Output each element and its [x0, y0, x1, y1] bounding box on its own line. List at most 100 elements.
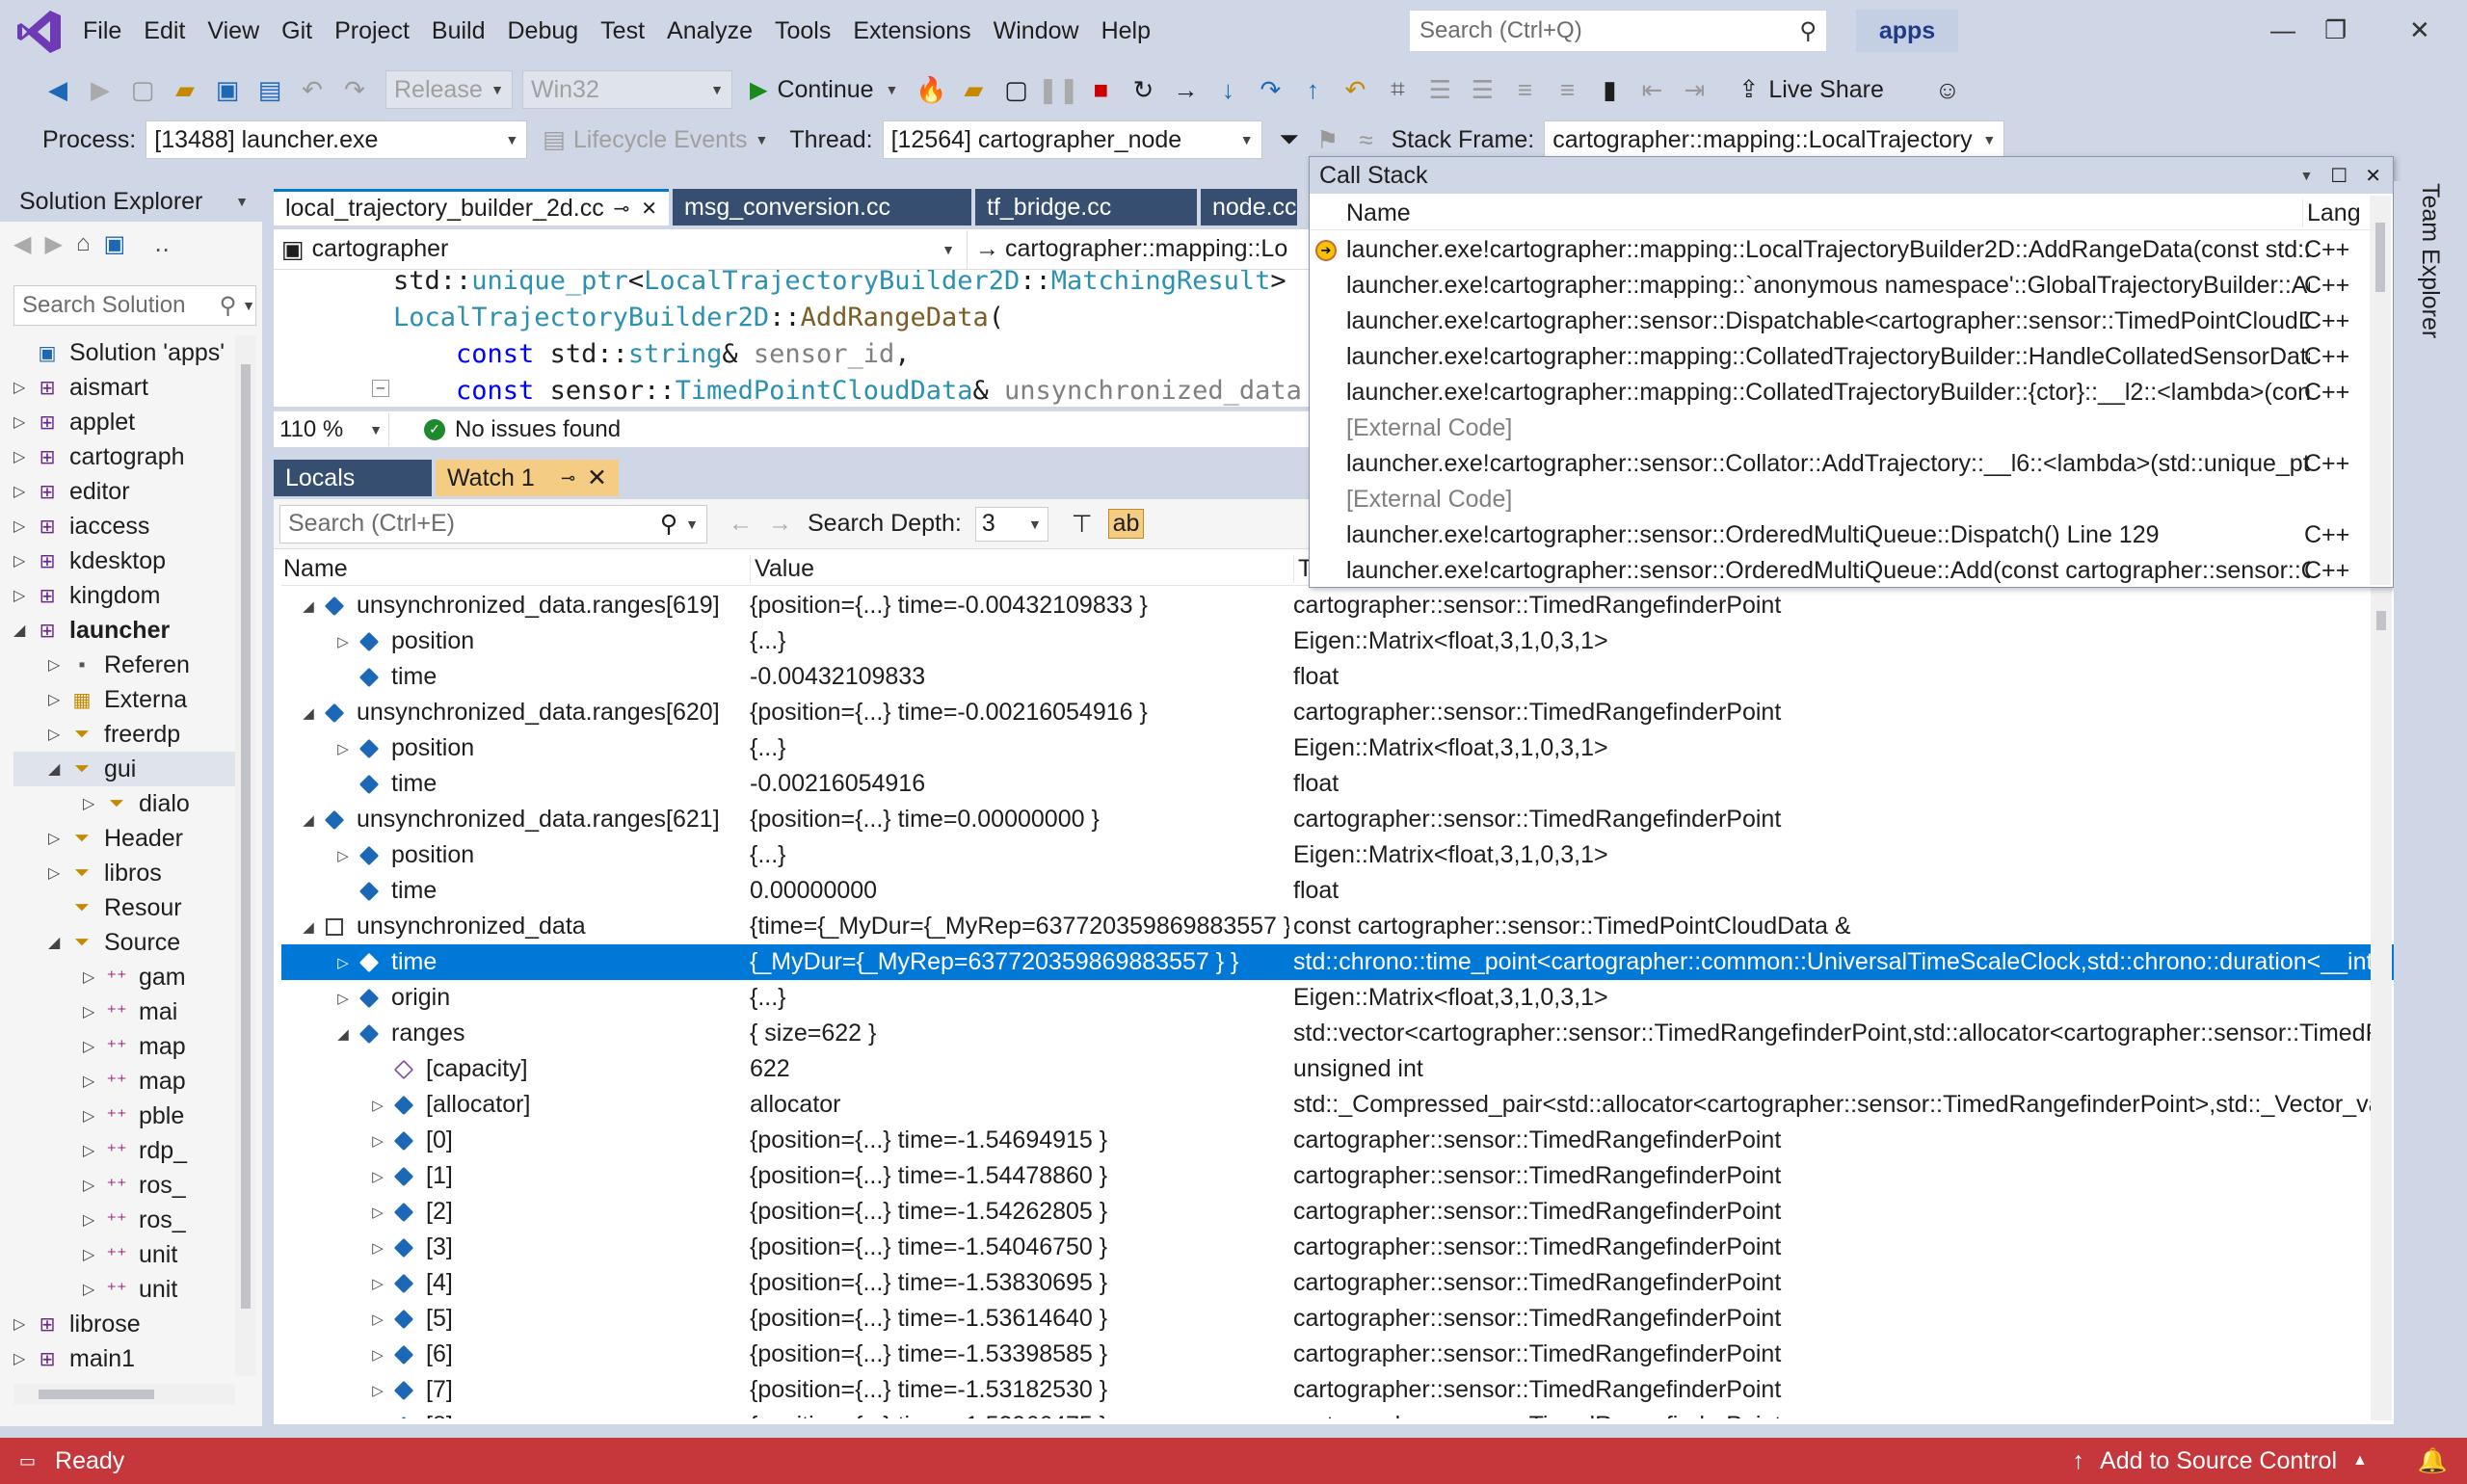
more-icon[interactable]: ‥ [154, 230, 170, 258]
call-stack-frame[interactable]: ➔ launcher.exe!cartographer::mapping::Loc… [1310, 232, 2370, 268]
undo-icon[interactable]: ↶ [293, 70, 332, 109]
watch-value[interactable]: {...} [750, 730, 1289, 766]
thread-dropdown[interactable]: [12564] cartographer_node ▼ [882, 120, 1262, 159]
expand-arrow-icon[interactable]: ▷ [83, 1141, 102, 1160]
align-right-icon[interactable]: ☰ [1463, 70, 1501, 109]
expand-arrow-icon[interactable]: ▷ [48, 690, 67, 709]
menu-window[interactable]: Window [994, 17, 1101, 45]
comment-icon[interactable]: ≡ [1505, 70, 1544, 109]
menu-project[interactable]: Project [334, 17, 432, 45]
tree-item[interactable]: ▷ ⁺⁺ ros_ [13, 1203, 235, 1237]
expand-arrow-icon[interactable]: ▷ [83, 794, 102, 813]
watch-value[interactable]: { size=622 } [750, 1016, 1289, 1051]
tree-item[interactable]: ▷ ⊞ aismart [13, 370, 235, 405]
watch-row[interactable]: ▷ [7] {position={...} time=-1.53182530 } ca… [281, 1372, 2394, 1408]
step-into-icon[interactable]: ↓ [1208, 70, 1247, 109]
expand-arrow-icon[interactable]: ▷ [83, 1176, 102, 1195]
forward-icon[interactable]: ▶ [81, 70, 119, 109]
tree-item[interactable]: ▷ ⁺⁺ unit [13, 1237, 235, 1272]
pause-icon[interactable]: ❚❚ [1038, 70, 1080, 109]
expand-arrow-icon[interactable]: ▷ [366, 1311, 389, 1328]
issues-status[interactable]: No issues found [455, 416, 621, 443]
editor-tab[interactable]: node.cc [1201, 189, 1297, 225]
expand-arrow-icon[interactable]: ◢ [297, 597, 320, 615]
watch-row[interactable]: ▷ [0] {position={...} time=-1.54694915 } ca… [281, 1123, 2394, 1158]
expand-arrow-icon[interactable]: ▷ [366, 1418, 389, 1419]
tree-item[interactable]: ▷ ⁺⁺ mai [13, 994, 235, 1029]
panel-menu-icon[interactable]: ▼ [235, 194, 249, 209]
menu-debug[interactable]: Debug [508, 17, 601, 45]
screenshot-icon[interactable]: ▢ [996, 70, 1035, 109]
platform-dropdown[interactable]: Win32 ▼ [522, 70, 732, 109]
menu-analyze[interactable]: Analyze [667, 17, 775, 45]
call-stack-frame[interactable]: launcher.exe!cartographer::mapping::Coll… [1310, 375, 2370, 411]
uncomment-icon[interactable]: ≡ [1548, 70, 1586, 109]
tree-item[interactable]: ▷ ⊞ cartograph [13, 439, 235, 474]
expand-arrow-icon[interactable]: ▷ [366, 1097, 389, 1114]
expand-arrow-icon[interactable]: ◢ [297, 704, 320, 722]
continue-button[interactable]: ▶ Continue ▼ [750, 76, 898, 104]
watch-row[interactable]: ▷ [allocator] allocator std::_Compressed_pa… [281, 1087, 2394, 1123]
watch-value[interactable]: {position={...} time=-1.54694915 } [750, 1123, 1289, 1158]
menu-file[interactable]: File [83, 17, 144, 45]
watch-value[interactable]: {_MyDur={_MyRep=637720359869883557 } } [750, 944, 1289, 980]
step-back-icon[interactable]: ↶ [1336, 70, 1374, 109]
expand-arrow-icon[interactable]: ▷ [83, 1037, 102, 1056]
watch-value[interactable]: {position={...} time=-1.52966475 } [750, 1408, 1289, 1418]
expand-arrow-icon[interactable]: ▷ [83, 1072, 102, 1091]
expand-arrow-icon[interactable]: ▷ [48, 863, 67, 883]
code-editor[interactable]: std::unique_ptr<LocalTrajectoryBuilder2D… [274, 270, 1314, 407]
expand-arrow-icon[interactable]: ▷ [13, 412, 33, 432]
live-share-button[interactable]: ⇪ Live Share [1738, 75, 1883, 104]
expand-arrow-icon[interactable]: ▷ [13, 551, 33, 570]
watch-row[interactable]: ▷ position {...} Eigen::Matrix<float,3,1,0,… [281, 837, 2394, 873]
close-icon[interactable]: ✕ [2365, 164, 2381, 188]
watch-row[interactable]: ▷ position {...} Eigen::Matrix<float,3,1,0,… [281, 730, 2394, 766]
menu-help[interactable]: Help [1101, 17, 1173, 45]
expand-arrow-icon[interactable]: ▷ [332, 990, 355, 1007]
watch-row[interactable]: ▷ [1] {position={...} time=-1.54478860 } ca… [281, 1158, 2394, 1194]
watch-row[interactable]: ◢ unsynchronized_data.ranges[620] {positio… [281, 695, 2394, 730]
back-icon[interactable]: ◀ [39, 70, 77, 109]
watch-value[interactable]: {position={...} time=-1.53614640 } [750, 1301, 1289, 1337]
expand-arrow-icon[interactable]: ◢ [13, 621, 33, 640]
filter-icon[interactable]: ⏷ [1270, 120, 1309, 159]
vertical-scrollbar[interactable] [2371, 586, 2392, 1420]
expand-arrow-icon[interactable]: ▷ [366, 1132, 389, 1150]
tab-locals[interactable]: Locals [274, 460, 432, 496]
tab-watch-1[interactable]: Watch 1 ⊸ ✕ [436, 460, 619, 496]
watch-value[interactable]: {position={...} time=0.00000000 } [750, 802, 1289, 837]
watch-value[interactable]: {position={...} time=-1.54046750 } [750, 1230, 1289, 1265]
prev-bookmark-icon[interactable]: ⇤ [1632, 70, 1671, 109]
tree-item[interactable]: ▷ ⁺⁺ pble [13, 1099, 235, 1133]
tree-item[interactable]: ▷ ⏷ freerdp [13, 717, 235, 752]
tree-item[interactable]: ▷ ⏷ dialo [13, 786, 235, 821]
call-stack-frame[interactable]: launcher.exe!cartographer::sensor::Colla… [1310, 446, 2370, 482]
tree-item[interactable]: ▷ ▦ Externa [13, 682, 235, 717]
tree-item[interactable]: ▷ ⁺⁺ map [13, 1064, 235, 1099]
watch-value[interactable]: {position={...} time=-0.00216054916 } [750, 695, 1289, 730]
expand-arrow-icon[interactable]: ▷ [13, 482, 33, 501]
close-icon[interactable]: ✕ [2409, 15, 2430, 45]
expand-arrow-icon[interactable]: ▷ [366, 1382, 389, 1399]
expand-arrow-icon[interactable]: ▷ [366, 1168, 389, 1185]
member-scope-dropdown[interactable]: → cartographer::mapping::Lo [968, 235, 1287, 263]
watch-row[interactable]: ▷ [2] {position={...} time=-1.54262805 } ca… [281, 1194, 2394, 1230]
watch-value[interactable]: {time={_MyDur={_MyRep=637720359869883557… [750, 909, 1289, 944]
search-input[interactable]: Search (Ctrl+Q) ⚲ [1409, 10, 1827, 52]
expand-arrow-icon[interactable]: ▷ [332, 954, 355, 971]
expand-arrow-icon[interactable]: ▷ [366, 1239, 389, 1257]
expand-arrow-icon[interactable]: ▷ [332, 633, 355, 650]
expand-arrow-icon[interactable]: ▷ [332, 847, 355, 864]
expand-arrow-icon[interactable]: ▷ [83, 1245, 102, 1264]
editor-tab[interactable]: tf_bridge.cc [975, 189, 1197, 225]
expand-arrow-icon[interactable]: ▷ [83, 1106, 102, 1126]
align-left-icon[interactable]: ☰ [1420, 70, 1459, 109]
watch-row[interactable]: ◢ unsynchronized_data.ranges[621] {positio… [281, 802, 2394, 837]
solution-name-badge[interactable]: apps [1856, 10, 1958, 52]
bookmark-icon[interactable]: ▮ [1590, 70, 1629, 109]
watch-row[interactable]: ▷ [8] {position={...} time=-1.52966475 } ca… [281, 1408, 2394, 1418]
expand-arrow-icon[interactable]: ▷ [83, 967, 102, 987]
expand-arrow-icon[interactable]: ▷ [83, 1002, 102, 1021]
expand-arrow-icon[interactable]: ▷ [13, 1349, 33, 1368]
